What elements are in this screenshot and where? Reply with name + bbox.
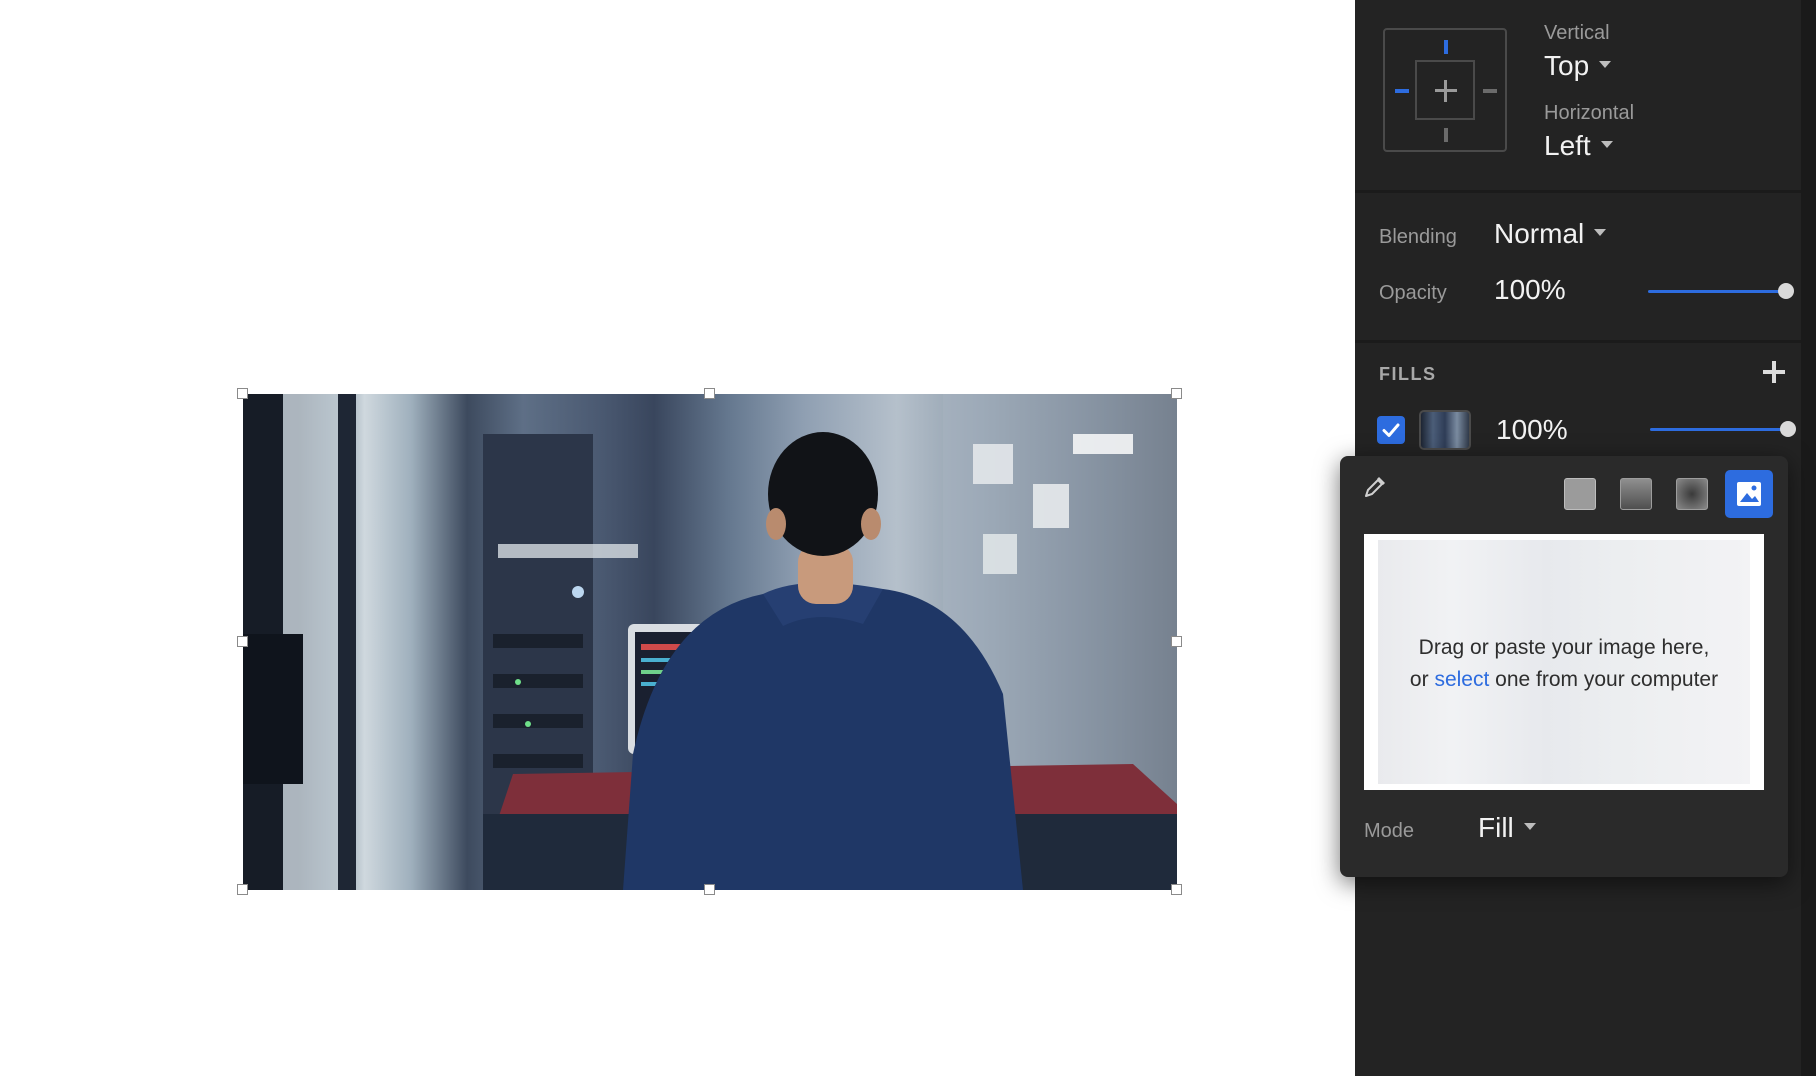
drop-instructions-line2: or select one from your computer: [1364, 664, 1764, 696]
fill-enabled-checkbox[interactable]: [1377, 416, 1405, 444]
opacity-label: Opacity: [1379, 282, 1447, 304]
opacity-slider[interactable]: [1648, 280, 1794, 304]
drop-rest-text: one from your computer: [1495, 668, 1719, 691]
resize-handle-right[interactable]: [1171, 636, 1182, 647]
office-photo-image[interactable]: [243, 394, 1177, 890]
opacity-slider-track: [1648, 290, 1786, 293]
chevron-down-icon: [1599, 61, 1612, 69]
constraint-left-pin[interactable]: [1395, 89, 1409, 93]
chevron-down-icon: [1523, 823, 1536, 831]
fill-opacity-slider[interactable]: [1650, 418, 1796, 442]
solid-fill-type-button[interactable]: [1564, 478, 1596, 510]
resize-handle-bottom[interactable]: [704, 884, 715, 895]
horizontal-label: Horizontal: [1544, 102, 1635, 124]
section-divider: [1355, 190, 1801, 193]
constraint-bottom-pin[interactable]: [1444, 128, 1448, 142]
mode-label: Mode: [1364, 820, 1415, 842]
constraint-right-pin[interactable]: [1483, 89, 1497, 93]
fill-image-thumbnail[interactable]: [1419, 410, 1471, 450]
radial-gradient-type-button[interactable]: [1676, 478, 1708, 510]
section-divider: [1355, 340, 1801, 343]
constraint-top-pin[interactable]: [1444, 40, 1448, 54]
resize-handle-top[interactable]: [704, 388, 715, 399]
resize-handle-bottom-left[interactable]: [237, 884, 248, 895]
opacity-value[interactable]: 100%: [1494, 274, 1566, 306]
opacity-slider-thumb[interactable]: [1778, 283, 1794, 299]
horizontal-dropdown[interactable]: Left: [1544, 130, 1613, 162]
fill-opacity-value[interactable]: 100%: [1496, 414, 1568, 446]
drop-instructions-line1: Drag or paste your image here,: [1418, 636, 1710, 659]
constraints-widget[interactable]: [1383, 28, 1507, 152]
fill-editor-popover: Drag or paste your image here, or select…: [1340, 456, 1788, 877]
fill-opacity-slider-track: [1650, 428, 1788, 431]
mode-value: Fill: [1478, 812, 1514, 843]
image-drop-zone[interactable]: Drag or paste your image here, or select…: [1364, 534, 1764, 790]
image-icon: [1737, 482, 1761, 506]
resize-handle-top-left[interactable]: [237, 388, 248, 399]
horizontal-value: Left: [1544, 130, 1591, 161]
vertical-dropdown[interactable]: Top: [1544, 50, 1612, 82]
add-fill-plus-icon[interactable]: [1762, 360, 1786, 384]
checkmark-icon: [1382, 423, 1400, 437]
photo-illustration: [243, 394, 1177, 890]
chevron-down-icon: [1600, 141, 1613, 149]
resize-handle-left[interactable]: [237, 636, 248, 647]
linear-gradient-type-button[interactable]: [1620, 478, 1652, 510]
design-canvas[interactable]: [0, 0, 1355, 1076]
mode-dropdown[interactable]: Fill: [1478, 812, 1536, 844]
constraint-center-plus-icon-bar: [1435, 89, 1457, 92]
vertical-value: Top: [1544, 50, 1590, 81]
resize-handle-bottom-right[interactable]: [1171, 884, 1182, 895]
blending-label: Blending: [1379, 226, 1457, 248]
panel-scrollbar[interactable]: [1801, 0, 1816, 1076]
resize-handle-top-right[interactable]: [1171, 388, 1182, 399]
drop-instructions: Drag or paste your image here, or select…: [1364, 632, 1764, 696]
selected-image-layer[interactable]: [237, 388, 1182, 895]
blending-value: Normal: [1494, 218, 1585, 249]
vertical-label: Vertical: [1544, 22, 1610, 44]
select-file-link[interactable]: select: [1434, 668, 1489, 691]
blending-dropdown[interactable]: Normal: [1494, 218, 1607, 250]
drop-or-text: or: [1409, 668, 1429, 691]
chevron-down-icon: [1594, 229, 1607, 237]
fills-section-title: FILLS: [1379, 364, 1437, 384]
image-fill-type-button[interactable]: [1725, 470, 1773, 518]
fill-opacity-slider-thumb[interactable]: [1780, 421, 1796, 437]
eyedropper-icon[interactable]: [1362, 472, 1390, 500]
